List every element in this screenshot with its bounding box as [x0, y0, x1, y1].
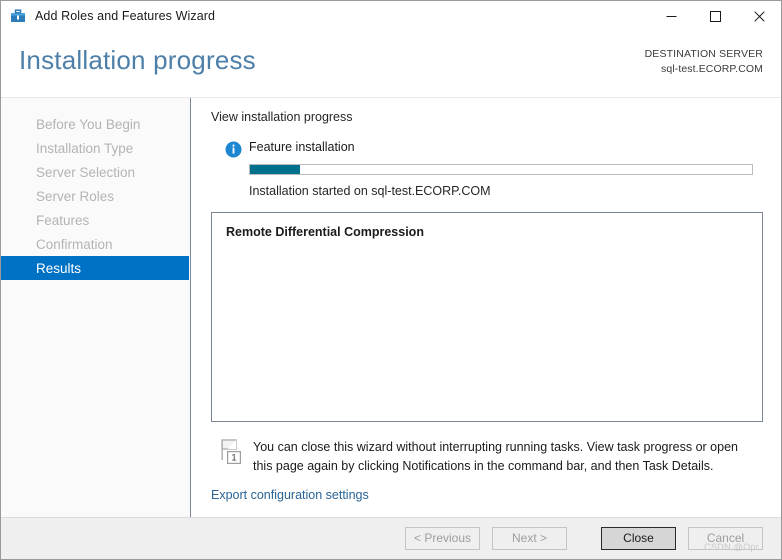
results-panel: Remote Differential Compression	[211, 212, 763, 422]
feature-installation-label: Feature installation	[249, 140, 355, 154]
wizard-footer: < Previous Next > Close Cancel CSDN @Opr	[1, 517, 781, 559]
sidebar-item-features[interactable]: Features	[1, 208, 190, 232]
main-content: View installation progress Feature insta…	[191, 98, 781, 517]
feature-installation-block: Feature installation Installation starte…	[211, 140, 763, 198]
close-icon	[753, 10, 765, 22]
wizard-step-nav: Before You Begin Installation Type Serve…	[1, 98, 191, 517]
progress-caption: Installation started on sql-test.ECORP.C…	[249, 184, 491, 198]
maximize-icon	[709, 10, 721, 22]
maximize-button[interactable]	[693, 1, 737, 31]
destination-server-block: DESTINATION SERVER sql-test.ECORP.COM	[645, 47, 763, 77]
result-item: Remote Differential Compression	[226, 225, 424, 239]
wizard-body: Before You Begin Installation Type Serve…	[1, 98, 781, 517]
notice-block: 1 You can close this wizard without inte…	[211, 438, 763, 476]
sidebar-item-confirmation[interactable]: Confirmation	[1, 232, 190, 256]
export-configuration-settings-link[interactable]: Export configuration settings	[211, 488, 369, 502]
destination-server-label: DESTINATION SERVER	[644, 48, 763, 60]
notice-text: You can close this wizard without interr…	[253, 440, 738, 473]
page-title: Installation progress	[19, 45, 256, 75]
minimize-icon	[666, 15, 676, 17]
page-header: Installation progress DESTINATION SERVER…	[1, 31, 781, 98]
sidebar-item-before-you-begin[interactable]: Before You Begin	[1, 112, 190, 136]
previous-button[interactable]: < Previous	[405, 527, 480, 550]
window-title: Add Roles and Features Wizard	[35, 9, 216, 23]
sidebar-item-installation-type[interactable]: Installation Type	[1, 136, 190, 160]
next-button[interactable]: Next >	[492, 527, 567, 550]
close-wizard-button[interactable]: Close	[601, 527, 676, 550]
sidebar-item-server-selection[interactable]: Server Selection	[1, 160, 190, 184]
notice-badge-count: 1	[231, 452, 236, 463]
sidebar-item-server-roles[interactable]: Server Roles	[1, 184, 190, 208]
sidebar-item-results[interactable]: Results	[1, 256, 189, 280]
caption-button-group	[649, 1, 781, 31]
server-manager-toolbox-icon	[9, 7, 27, 25]
close-button[interactable]	[737, 1, 781, 31]
section-heading: View installation progress	[211, 110, 353, 124]
destination-server-value: sql-test.ECORP.COM	[661, 63, 763, 76]
notification-flag-icon: 1	[219, 438, 249, 470]
minimize-button[interactable]	[649, 1, 693, 31]
installation-progress-fill	[250, 165, 301, 174]
installation-progress-bar	[249, 164, 753, 175]
cancel-button[interactable]: Cancel	[688, 527, 763, 550]
info-icon	[225, 141, 242, 158]
title-bar: Add Roles and Features Wizard	[1, 1, 781, 31]
add-roles-features-wizard-window: Add Roles and Features Wizard Installati…	[0, 0, 782, 560]
